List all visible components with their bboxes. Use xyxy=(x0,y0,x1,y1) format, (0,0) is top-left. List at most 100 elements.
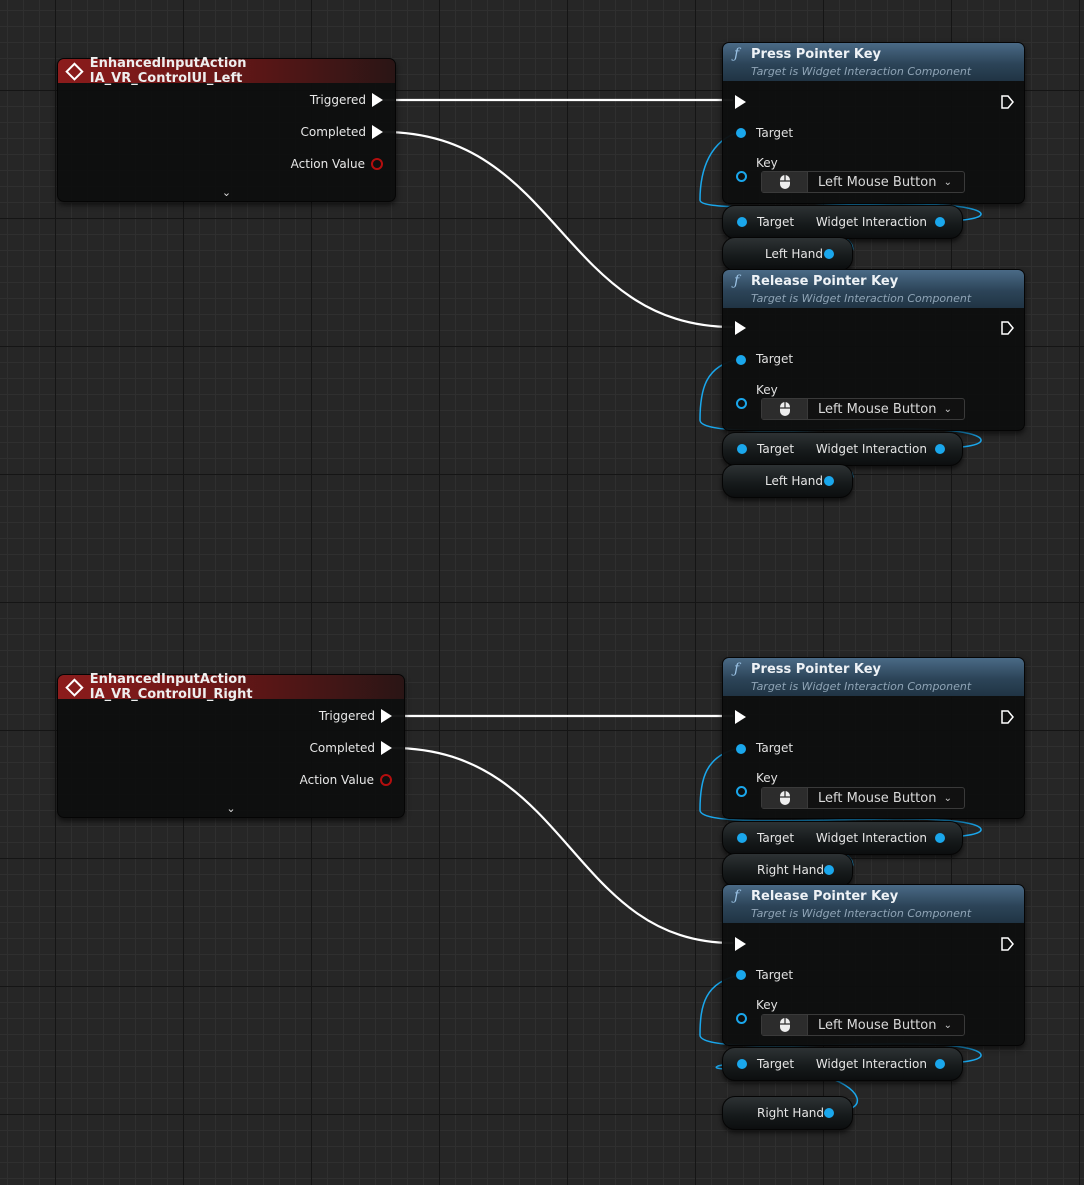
exec-out-icon[interactable] xyxy=(372,125,383,139)
chevron-down-icon: ⌄ xyxy=(943,176,952,188)
target-pin-icon[interactable] xyxy=(736,128,746,138)
function-subtitle: Target is Widget Interaction Component xyxy=(751,292,972,305)
get-widget-interaction-node[interactable]: Target Widget Interaction xyxy=(722,821,963,855)
key-selector[interactable]: Left Mouse Button ⌄ xyxy=(761,398,965,420)
output-pin-icon[interactable] xyxy=(935,1059,945,1069)
pin-label: Completed xyxy=(309,741,375,755)
get-widget-interaction-node[interactable]: Target Widget Interaction xyxy=(722,205,963,239)
key-value: Left Mouse Button xyxy=(818,790,937,806)
pin-triggered[interactable]: Triggered xyxy=(310,93,383,107)
target-pin-icon[interactable] xyxy=(737,833,747,843)
target-label: Target xyxy=(756,352,794,366)
event-node-left[interactable]: EnhancedInputAction IA_VR_ControlUI_Left… xyxy=(57,56,396,202)
output-pin-icon[interactable] xyxy=(824,865,834,875)
pin-action-value[interactable]: Action Value xyxy=(291,157,383,171)
target-pin-icon[interactable] xyxy=(737,1059,747,1069)
chevron-down-icon[interactable]: ⌄ xyxy=(226,803,236,814)
chevron-down-icon: ⌄ xyxy=(943,403,952,415)
exec-out-icon[interactable] xyxy=(1000,937,1014,951)
output-label: Widget Interaction xyxy=(815,831,927,845)
output-pin-icon[interactable] xyxy=(935,833,945,843)
output-pin-icon[interactable] xyxy=(935,444,945,454)
variable-node[interactable]: Left Hand xyxy=(722,464,853,498)
struct-pin-icon[interactable] xyxy=(371,158,383,170)
event-title: EnhancedInputAction IA_VR_ControlUI_Left xyxy=(89,56,247,86)
exec-in-icon[interactable] xyxy=(735,937,746,951)
function-icon: ƒ xyxy=(734,661,740,677)
key-value: Left Mouse Button xyxy=(818,1017,937,1033)
get-widget-interaction-node[interactable]: Target Widget Interaction xyxy=(722,1047,963,1081)
exec-out-icon[interactable] xyxy=(1000,321,1014,335)
variable-node[interactable]: Right Hand xyxy=(722,853,853,887)
target-label: Target xyxy=(757,215,795,229)
function-subtitle: Target is Widget Interaction Component xyxy=(751,680,972,693)
chevron-down-icon: ⌄ xyxy=(943,792,952,804)
mouse-icon xyxy=(762,788,808,808)
pin-triggered[interactable]: Triggered xyxy=(319,709,392,723)
target-pin-icon[interactable] xyxy=(736,970,746,980)
target-label: Target xyxy=(757,1057,795,1071)
variable-node[interactable]: Left Hand xyxy=(722,237,853,271)
target-label: Target xyxy=(756,741,794,755)
key-pin-icon[interactable] xyxy=(736,1013,747,1024)
pin-label: Triggered xyxy=(318,709,375,723)
exec-in-icon[interactable] xyxy=(735,95,746,109)
key-pin-icon[interactable] xyxy=(736,398,747,409)
function-title: Press Pointer Key xyxy=(751,47,882,62)
target-pin-icon[interactable] xyxy=(736,355,746,365)
get-widget-interaction-node[interactable]: Target Widget Interaction xyxy=(722,432,963,466)
output-pin-icon[interactable] xyxy=(824,476,834,486)
key-label: Key xyxy=(756,771,778,785)
key-selector[interactable]: Left Mouse Button ⌄ xyxy=(761,1014,965,1036)
release-pointer-key-node-left[interactable]: ƒ Release Pointer Key Target is Widget I… xyxy=(722,269,1025,431)
exec-wire-right-completed xyxy=(391,746,734,945)
function-node-header: ƒ Press Pointer Key Target is Widget Int… xyxy=(723,43,1024,81)
key-value: Left Mouse Button xyxy=(818,174,937,190)
pin-completed[interactable]: Completed xyxy=(310,741,392,755)
pin-completed[interactable]: Completed xyxy=(301,125,383,139)
exec-out-icon[interactable] xyxy=(381,741,392,755)
target-label: Target xyxy=(757,442,795,456)
variable-label: Right Hand xyxy=(757,1106,825,1120)
key-pin-icon[interactable] xyxy=(736,786,747,797)
output-pin-icon[interactable] xyxy=(935,217,945,227)
variable-node[interactable]: Right Hand xyxy=(722,1096,853,1130)
event-node-header: EnhancedInputAction IA_VR_ControlUI_Left xyxy=(58,56,395,86)
key-label: Key xyxy=(756,383,778,397)
function-title: Release Pointer Key xyxy=(751,274,899,289)
exec-out-icon[interactable] xyxy=(1000,95,1014,109)
press-pointer-key-node-right[interactable]: ƒ Press Pointer Key Target is Widget Int… xyxy=(722,657,1025,819)
exec-in-icon[interactable] xyxy=(735,321,746,335)
output-pin-icon[interactable] xyxy=(824,1108,834,1118)
function-subtitle: Target is Widget Interaction Component xyxy=(751,65,972,78)
exec-in-icon[interactable] xyxy=(735,710,746,724)
function-node-header: ƒ Release Pointer Key Target is Widget I… xyxy=(723,270,1024,308)
struct-pin-icon[interactable] xyxy=(380,774,392,786)
function-node-header: ƒ Press Pointer Key Target is Widget Int… xyxy=(723,658,1024,696)
event-node-right[interactable]: EnhancedInputAction IA_VR_ControlUI_Righ… xyxy=(57,672,405,818)
chevron-down-icon[interactable]: ⌄ xyxy=(222,187,232,198)
key-selector[interactable]: Left Mouse Button ⌄ xyxy=(761,171,965,193)
function-subtitle: Target is Widget Interaction Component xyxy=(751,907,972,920)
release-pointer-key-node-right[interactable]: ƒ Release Pointer Key Target is Widget I… xyxy=(722,884,1025,1046)
target-label: Target xyxy=(756,126,794,140)
key-value: Left Mouse Button xyxy=(818,401,937,417)
key-selector[interactable]: Left Mouse Button ⌄ xyxy=(761,787,965,809)
exec-out-icon[interactable] xyxy=(381,709,392,723)
function-node-header: ƒ Release Pointer Key Target is Widget I… xyxy=(723,885,1024,923)
exec-out-icon[interactable] xyxy=(372,93,383,107)
press-pointer-key-node-left[interactable]: ƒ Press Pointer Key Target is Widget Int… xyxy=(722,42,1025,204)
variable-label: Left Hand xyxy=(765,474,823,488)
target-pin-icon[interactable] xyxy=(737,217,747,227)
event-node-header: EnhancedInputAction IA_VR_ControlUI_Righ… xyxy=(58,672,404,702)
output-label: Widget Interaction xyxy=(815,442,927,456)
output-pin-icon[interactable] xyxy=(824,249,834,259)
key-pin-icon[interactable] xyxy=(736,171,747,182)
exec-out-icon[interactable] xyxy=(1000,710,1014,724)
target-pin-icon[interactable] xyxy=(736,744,746,754)
pin-action-value[interactable]: Action Value xyxy=(300,773,392,787)
target-pin-icon[interactable] xyxy=(737,444,747,454)
target-label: Target xyxy=(756,968,794,982)
pin-label: Action Value xyxy=(290,157,365,171)
function-icon: ƒ xyxy=(734,273,740,289)
